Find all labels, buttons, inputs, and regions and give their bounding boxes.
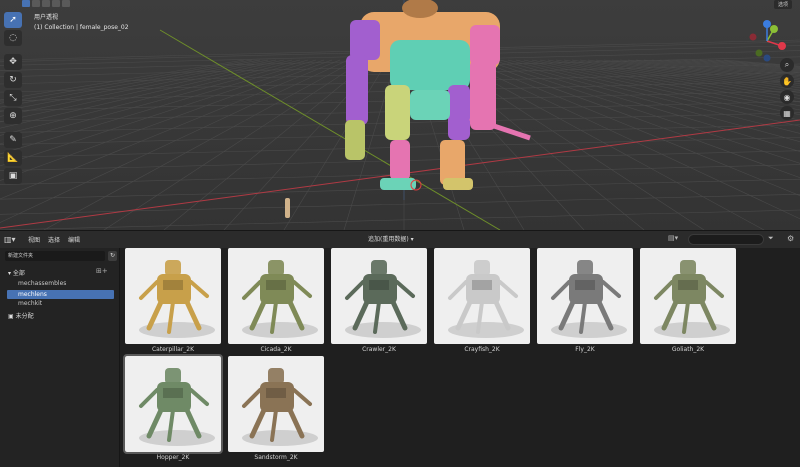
asset-thumbnail[interactable] [125,248,221,344]
gizmo-y-icon [770,25,778,33]
asset-card[interactable]: Crawler_2K [331,248,431,353]
asset-card[interactable]: Crayfish_2K [434,248,534,353]
asset-card[interactable]: Sandstorm_2K [228,356,328,461]
import-method-dropdown[interactable]: 追加(重用数据) ▾ [368,234,414,243]
zoom-icon[interactable]: ⌕ [780,58,794,72]
gizmo-x-icon [778,42,786,50]
filter-icon[interactable]: ⏷ [768,234,774,243]
mode-subtract-icon[interactable] [42,0,50,7]
menu-item[interactable]: 视图 [28,235,40,244]
category-item[interactable]: mechassembles [18,280,66,287]
category-item[interactable]: mechkit [18,300,42,307]
asset-card[interactable]: Cicada_2K [228,248,328,353]
asset-browser-header: ▥▾ 视图选择编辑 追加(重用数据) ▾ ▤▾ ⌕ ⏷ ⚙ [0,230,800,248]
scale-tool-icon[interactable]: ⤡ [4,90,22,106]
add-cube-tool-icon[interactable]: ▣ [4,168,22,184]
gear-icon[interactable]: ⚙ [787,234,794,243]
mode-invert-icon[interactable] [52,0,60,7]
mech-thumbnail-image [448,260,524,338]
mech-thumbnail-image [654,260,730,338]
viewport-grid [0,0,800,230]
asset-thumbnail[interactable] [434,248,530,344]
viewport-info: 用户透视 (1) Collection | female_pose_02 [34,13,129,33]
mech-thumbnail-image [139,260,215,338]
mode-intersect-icon[interactable] [62,0,70,7]
asset-grid: Caterpillar_2K Cicada_2K Crawler_2K Crayfis… [120,248,800,467]
cursor-tool-icon[interactable]: ◌ [4,30,22,46]
asset-name: Crayfish_2K [464,346,500,353]
asset-name: Fly_2K [575,346,595,353]
asset-thumbnail[interactable] [228,356,324,452]
asset-thumbnail[interactable] [640,248,736,344]
display-mode-icon[interactable]: ▤▾ [668,234,678,242]
measure-tool-icon[interactable]: 📐 [4,150,22,166]
asset-card[interactable]: Fly_2K [537,248,637,353]
collection-label: (1) Collection | female_pose_02 [34,24,129,31]
3d-viewport[interactable]: 用户透视 (1) Collection | female_pose_02 选项 … [0,0,800,230]
refresh-icon[interactable]: ↻ [108,251,117,261]
category-item[interactable]: mechlens [7,290,114,299]
asset-menu-bar: 视图 选择 编辑 [28,235,80,244]
gizmo-z-icon [763,20,771,28]
mode-new-icon[interactable] [22,0,30,7]
asset-card[interactable]: Caterpillar_2K [125,248,225,353]
rotate-tool-icon[interactable]: ↻ [4,72,22,88]
mech-thumbnail-image [242,260,318,338]
menu-item[interactable]: 编辑 [68,235,80,244]
menu-item[interactable]: 选择 [48,235,60,244]
asset-name: Caterpillar_2K [151,346,195,353]
asset-thumbnail[interactable] [228,248,324,344]
asset-name: Hopper_2K [156,454,190,461]
grid-ortho-icon[interactable]: ▦ [780,106,794,120]
asset-name: Sandstorm_2K [254,454,298,461]
asset-thumbnail[interactable] [331,248,427,344]
editor-type-icon[interactable]: ▥▾ [4,235,24,244]
asset-thumbnail[interactable] [123,354,223,454]
select-tool-icon[interactable]: ➚ [4,12,22,28]
asset-name: Cicada_2K [260,346,292,353]
category-unassigned[interactable]: ▣ 未分配 [8,311,34,320]
pan-hand-icon[interactable]: ✋ [780,74,794,88]
asset-name: Crawler_2K [362,346,396,353]
navigation-gizmo[interactable] [744,18,790,64]
asset-card[interactable]: Hopper_2K [123,354,225,461]
options-dropdown[interactable]: 选项 [773,0,792,9]
view-mode-label: 用户透视 [34,14,59,21]
asset-sidebar: 新建文件夹 ↻ ▾ 全部 ⊞+ mechassembles mechlens mec… [0,248,120,467]
asset-card[interactable]: Goliath_2K [640,248,740,353]
library-select[interactable]: 新建文件夹 [5,251,105,261]
annotate-tool-icon[interactable]: ✎ [4,132,22,148]
category-tools[interactable]: ⊞+ [96,267,108,275]
asset-thumbnail[interactable] [537,248,633,344]
camera-icon[interactable]: ◉ [780,90,794,104]
move-tool-icon[interactable]: ✥ [4,54,22,70]
mech-thumbnail-image [139,368,215,446]
category-all[interactable]: ▾ 全部 [8,268,25,277]
mech-thumbnail-image [242,368,318,446]
mech-thumbnail-image [551,260,627,338]
search-input[interactable] [688,234,764,245]
tool-shelf: ➚ ◌ ✥ ↻ ⤡ ⊕ ✎ 📐 ▣ [4,12,24,184]
viewport-mode-buttons[interactable] [22,0,70,7]
mode-extend-icon[interactable] [32,0,40,7]
asset-name: Goliath_2K [671,346,705,353]
mech-thumbnail-image [345,260,421,338]
transform-tool-icon[interactable]: ⊕ [4,108,22,124]
